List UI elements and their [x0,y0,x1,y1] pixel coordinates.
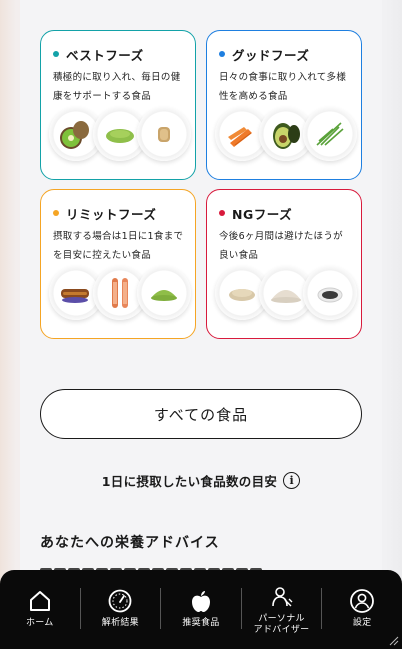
nav-label: パーソナル アドバイザー [253,614,310,635]
nav-label: 設定 [352,618,372,628]
card-limit-foods[interactable]: リミットフーズ 摂取する場合は1日に1食までを目安に控えたい食品 [40,189,196,339]
food-images [49,266,191,322]
nav-recommended-foods[interactable]: 推奨食品 [161,570,241,649]
resize-handle-icon[interactable] [389,636,399,646]
food-images [215,107,357,163]
good-foods-dot [219,51,225,57]
nav-label: 推奨食品 [182,618,220,628]
card-title: リミットフーズ [66,206,157,222]
best-foods-dot [53,51,59,57]
home-icon [27,587,53,615]
card-title: ベストフーズ [66,47,144,63]
food-images [49,107,191,163]
guide-label: 1日に摂取したい食品数の目安 [101,473,278,489]
nav-label: ホーム [25,618,54,628]
card-description: 摂取する場合は1日に1食までを目安に控えたい食品 [53,231,184,261]
limit-foods-dot [53,210,59,216]
card-title: グッドフーズ [232,47,310,63]
nav-personal-advisor[interactable]: パーソナル アドバイザー [242,570,322,649]
sesame-icon [303,266,357,320]
nav-label: 解析結果 [101,618,139,628]
card-ng-foods[interactable]: NGフーズ 今後6ヶ月間は避けたほうが良い食品 [206,189,362,339]
card-title: NGフーズ [232,206,293,222]
card-good-foods[interactable]: グッドフーズ 日々の食事に取り入れて多様性を高める食品 [206,30,362,180]
bottom-nav: ホーム 解析結果 推奨食品 パーソナル アドバイザー 設定 [0,570,402,649]
advisor-icon [269,583,295,611]
nav-analysis[interactable]: 解析結果 [81,570,161,649]
food-images [215,266,357,322]
card-description: 日々の食事に取り入れて多様性を高める食品 [219,72,347,102]
herb-icon [303,107,357,161]
gauge-icon [107,587,133,615]
card-best-foods[interactable]: ベストフーズ 積極的に取り入れ、毎日の健康をサポートする食品 [40,30,196,180]
info-icon[interactable]: i [283,471,301,489]
apple-icon [188,587,214,615]
all-foods-button[interactable]: すべての食品 [40,389,362,439]
card-description: 今後6ヶ月間は避けたほうが良い食品 [219,231,343,261]
user-icon [349,587,375,615]
ginger-icon [137,107,191,161]
green-powder-icon [137,266,191,320]
nav-home[interactable]: ホーム [0,570,80,649]
card-description: 積極的に取り入れ、毎日の健康をサポートする食品 [53,72,181,102]
daily-food-count-guide[interactable]: 1日に摂取したい食品数の目安 i [0,468,402,492]
advice-title: あなたへの栄養アドバイス [40,535,220,551]
ng-foods-dot [219,210,225,216]
